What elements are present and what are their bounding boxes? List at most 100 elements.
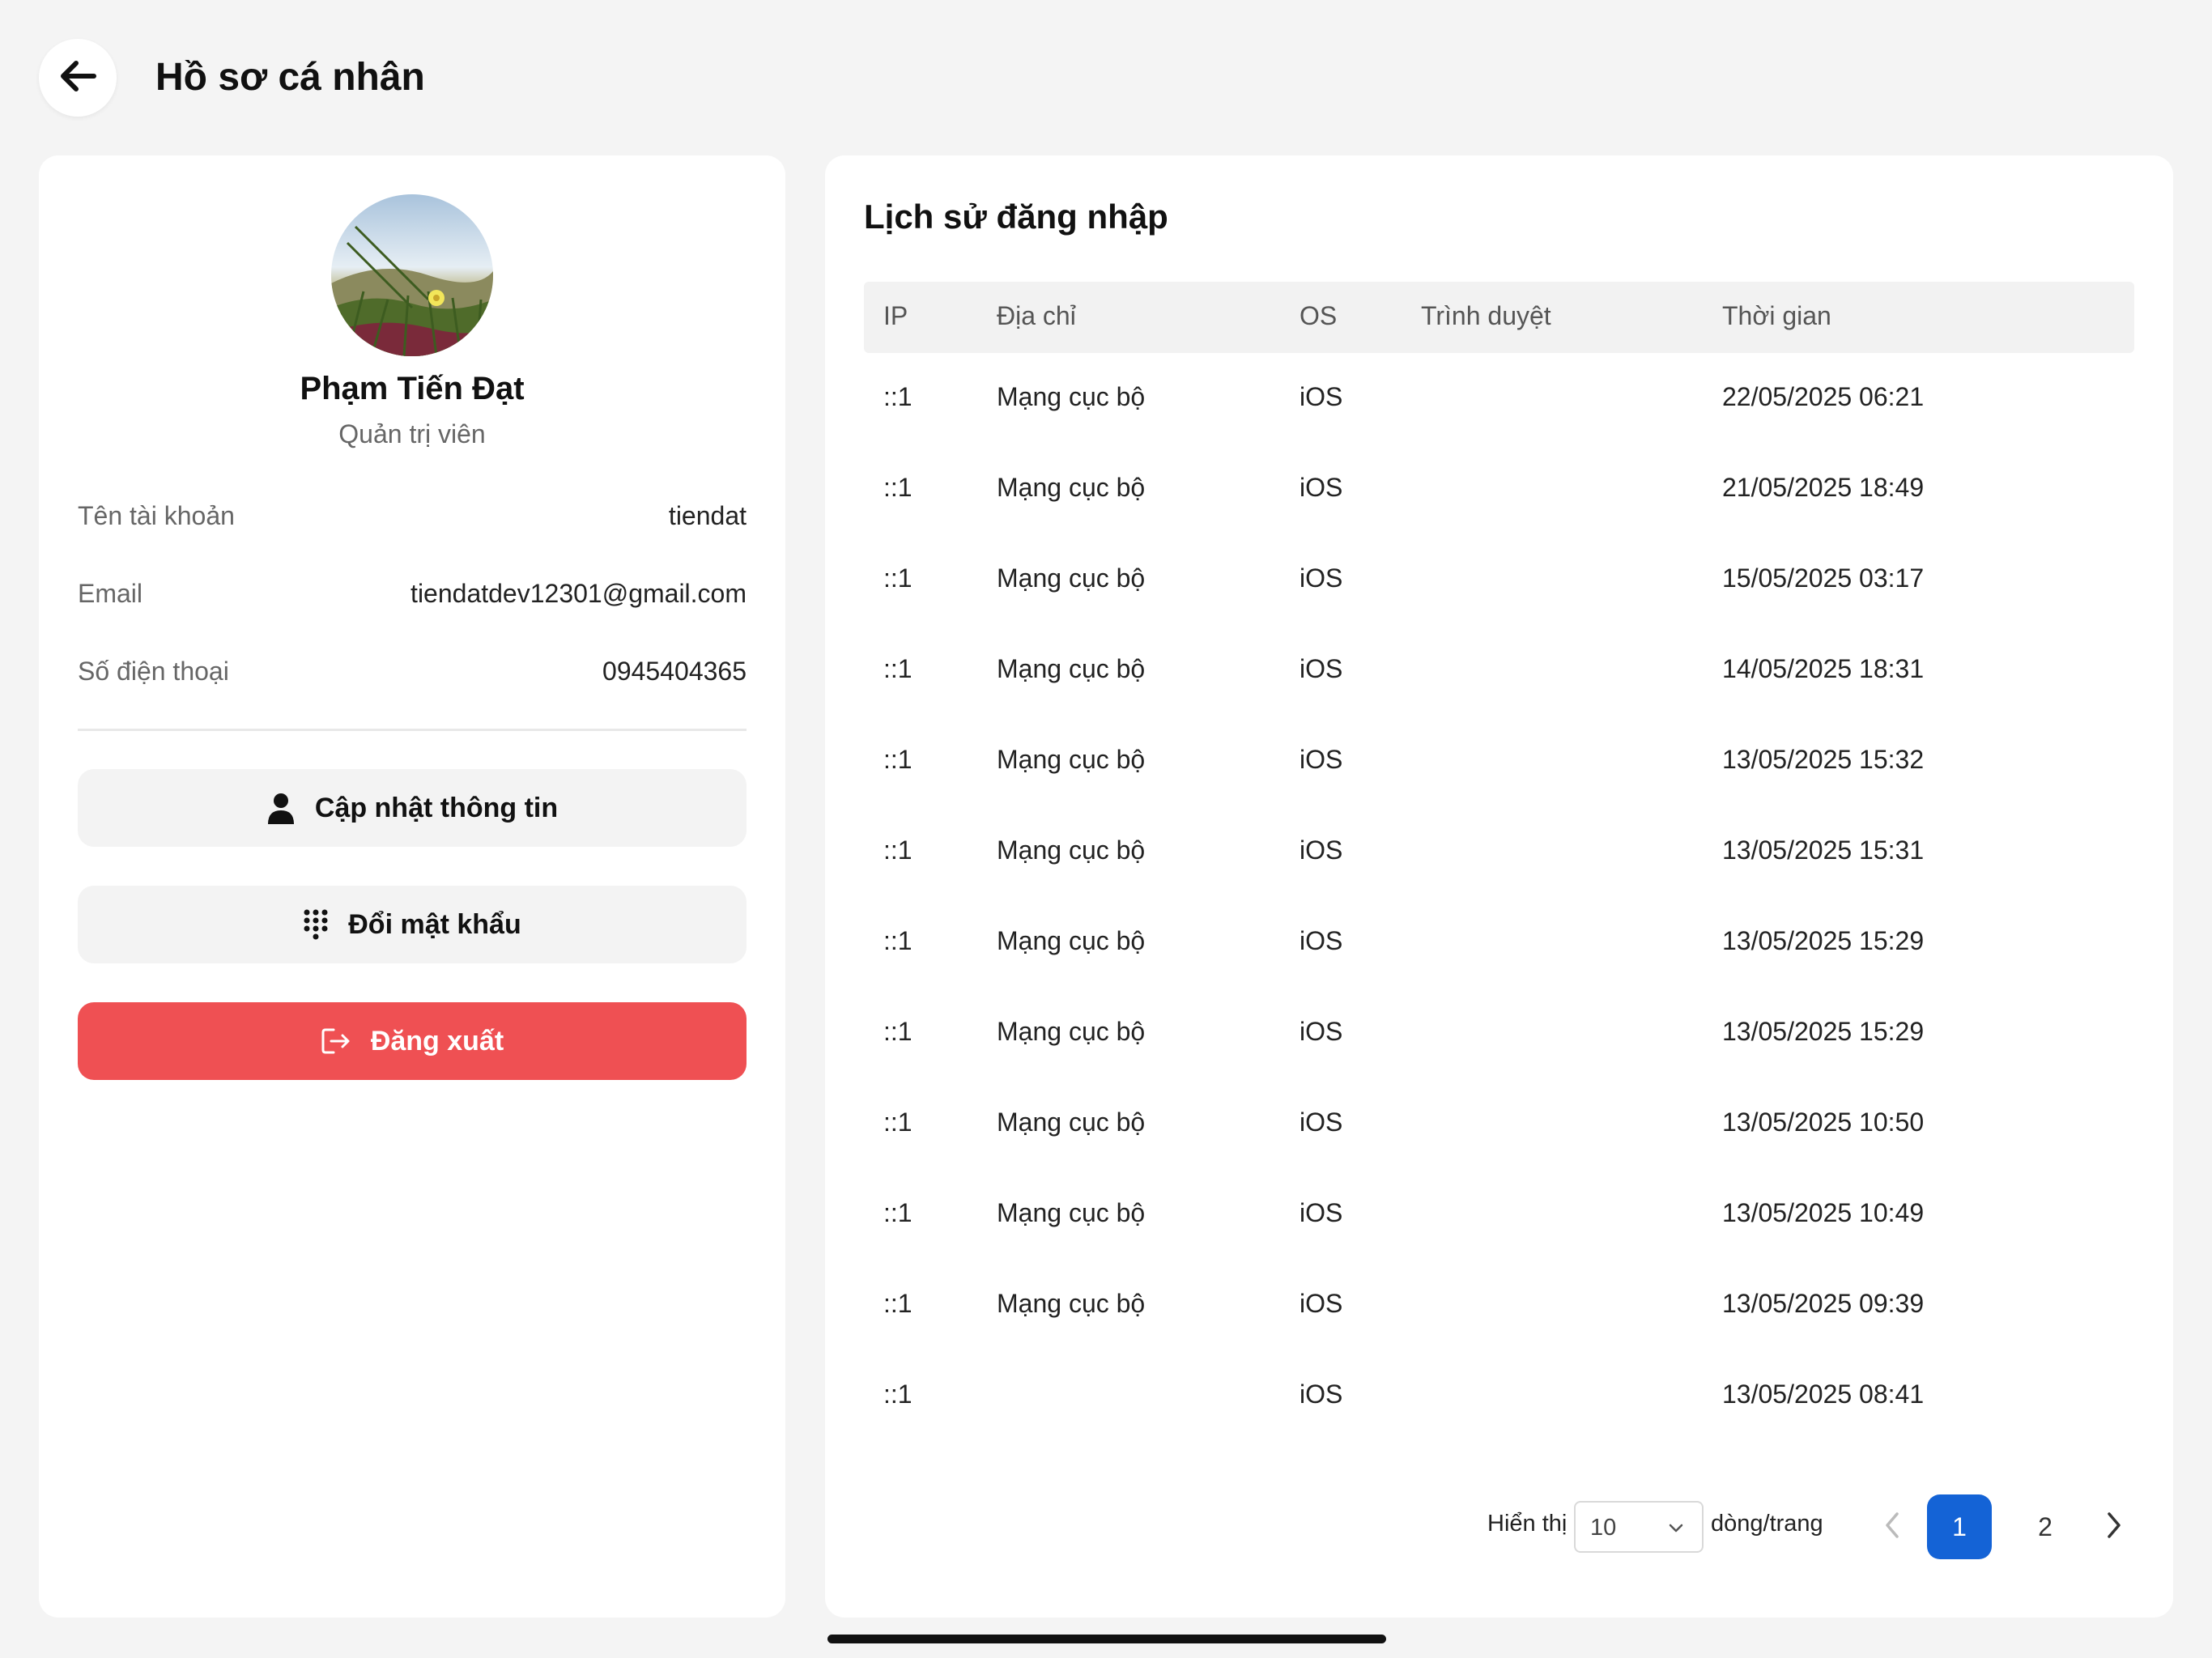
table-row[interactable]: ::1 Mạng cục bộ iOS 13/05/2025 15:31 <box>864 806 2134 897</box>
cell-os: iOS <box>1300 835 1343 865</box>
logout-label: Đăng xuất <box>370 1025 504 1056</box>
username-value: tiendat <box>668 500 747 530</box>
cell-os: iOS <box>1300 1380 1343 1409</box>
cell-os: iOS <box>1300 1017 1343 1046</box>
cell-ip: ::1 <box>883 1017 912 1046</box>
table-header: IP Địa chỉ OS Trình duyệt Thời gian <box>864 282 2134 353</box>
cell-os: iOS <box>1300 563 1343 593</box>
chevron-right-icon <box>2103 1511 2125 1544</box>
cell-time: 14/05/2025 18:31 <box>1722 654 1925 683</box>
back-button[interactable] <box>39 39 117 117</box>
chevron-down-icon <box>1666 1517 1686 1544</box>
cell-os: iOS <box>1300 745 1343 774</box>
user-icon <box>266 792 296 824</box>
cell-ip: ::1 <box>883 382 912 411</box>
page-size-select[interactable]: 10 <box>1574 1501 1704 1553</box>
table-row[interactable]: ::1 Mạng cục bộ iOS 13/05/2025 15:29 <box>864 897 2134 988</box>
cell-ip: ::1 <box>883 1107 912 1137</box>
pagination: Hiển thị 10 dòng/trang 1 2 <box>825 1494 2173 1559</box>
column-header-time[interactable]: Thời gian <box>1722 301 1831 331</box>
cell-address: Mạng cục bộ <box>997 1198 1146 1227</box>
cell-address: Mạng cục bộ <box>997 382 1146 411</box>
column-header-ip[interactable]: IP <box>883 301 908 331</box>
cell-time: 13/05/2025 15:29 <box>1722 1017 1925 1046</box>
table-row[interactable]: ::1 iOS 13/05/2025 08:41 <box>864 1350 2134 1441</box>
next-page-button[interactable] <box>2095 1507 2133 1546</box>
prev-page-button[interactable] <box>1873 1507 1912 1546</box>
change-password-label: Đổi mật khẩu <box>348 908 521 940</box>
page-button-1[interactable]: 1 <box>1927 1494 1992 1559</box>
cell-os: iOS <box>1300 382 1343 411</box>
profile-page: Hồ sơ cá nhân Phạm Tiến Đạt Quản trị viê… <box>0 0 2212 1658</box>
profile-role: Quản trị viên <box>338 419 486 449</box>
cell-time: 13/05/2025 10:50 <box>1722 1107 1925 1137</box>
page-button-2[interactable]: 2 <box>2013 1494 2078 1559</box>
logout-button[interactable]: Đăng xuất <box>78 1002 747 1080</box>
info-row-phone: Số điện thoại 0945404365 <box>78 651 747 691</box>
table-row[interactable]: ::1 Mạng cục bộ iOS 13/05/2025 10:49 <box>864 1169 2134 1260</box>
cell-ip: ::1 <box>883 1289 912 1318</box>
cell-address: Mạng cục bộ <box>997 1289 1146 1318</box>
table-row[interactable]: ::1 Mạng cục bộ iOS 13/05/2025 15:29 <box>864 988 2134 1078</box>
per-page-label: dòng/trang <box>1711 1511 1823 1537</box>
profile-name: Phạm Tiến Đạt <box>300 371 525 406</box>
home-indicator[interactable] <box>827 1635 1386 1643</box>
cell-os: iOS <box>1300 654 1343 683</box>
cell-os: iOS <box>1300 926 1343 955</box>
cell-os: iOS <box>1300 1198 1343 1227</box>
avatar[interactable] <box>331 194 493 356</box>
table-row[interactable]: ::1 Mạng cục bộ iOS 22/05/2025 06:21 <box>864 353 2134 444</box>
cell-ip: ::1 <box>883 926 912 955</box>
cell-address: Mạng cục bộ <box>997 926 1146 955</box>
table-row[interactable]: ::1 Mạng cục bộ iOS 14/05/2025 18:31 <box>864 625 2134 716</box>
cell-address: Mạng cục bộ <box>997 835 1146 865</box>
chevron-left-icon <box>1881 1511 1904 1544</box>
cell-ip: ::1 <box>883 1380 912 1409</box>
logout-icon <box>321 1027 351 1056</box>
cell-ip: ::1 <box>883 563 912 593</box>
login-history-card: Lịch sử đăng nhập IP Địa chỉ OS Trình du… <box>825 155 2173 1618</box>
table-row[interactable]: ::1 Mạng cục bộ iOS 13/05/2025 09:39 <box>864 1260 2134 1350</box>
cell-ip: ::1 <box>883 745 912 774</box>
table-row[interactable]: ::1 Mạng cục bộ iOS 21/05/2025 18:49 <box>864 444 2134 534</box>
page-size-value: 10 <box>1590 1515 1617 1541</box>
cell-os: iOS <box>1300 1107 1343 1137</box>
column-header-address[interactable]: Địa chỉ <box>997 301 1076 331</box>
table-row[interactable]: ::1 Mạng cục bộ iOS 13/05/2025 15:32 <box>864 716 2134 806</box>
column-header-os[interactable]: OS <box>1300 301 1337 331</box>
cell-ip: ::1 <box>883 473 912 502</box>
cell-time: 22/05/2025 06:21 <box>1722 382 1925 411</box>
update-info-button[interactable]: Cập nhật thông tin <box>78 769 747 847</box>
page-title: Hồ sơ cá nhân <box>155 56 425 99</box>
info-row-email: Email tiendatdev12301@gmail.com <box>78 573 747 614</box>
email-label: Email <box>78 578 143 608</box>
show-label: Hiển thị <box>1487 1511 1568 1537</box>
table-row[interactable]: ::1 Mạng cục bộ iOS 13/05/2025 10:50 <box>864 1078 2134 1169</box>
cell-time: 21/05/2025 18:49 <box>1722 473 1925 502</box>
table-row[interactable]: ::1 Mạng cục bộ iOS 15/05/2025 03:17 <box>864 534 2134 625</box>
cell-time: 13/05/2025 15:31 <box>1722 835 1925 865</box>
phone-label: Số điện thoại <box>78 656 229 686</box>
column-header-browser[interactable]: Trình duyệt <box>1421 301 1551 331</box>
cell-time: 13/05/2025 10:49 <box>1722 1198 1925 1227</box>
cell-address: Mạng cục bộ <box>997 1017 1146 1046</box>
update-info-label: Cập nhật thông tin <box>314 792 559 823</box>
username-label: Tên tài khoản <box>78 500 235 530</box>
cell-time: 15/05/2025 03:17 <box>1722 563 1925 593</box>
cell-address: Mạng cục bộ <box>997 745 1146 774</box>
cell-os: iOS <box>1300 473 1343 502</box>
cell-address: Mạng cục bộ <box>997 563 1146 593</box>
cell-address: Mạng cục bộ <box>997 1107 1146 1137</box>
cell-time: 13/05/2025 08:41 <box>1722 1380 1925 1409</box>
keypad-icon <box>303 908 329 941</box>
cell-address: Mạng cục bộ <box>997 473 1146 502</box>
cell-time: 13/05/2025 15:29 <box>1722 926 1925 955</box>
change-password-button[interactable]: Đổi mật khẩu <box>78 886 747 963</box>
email-value: tiendatdev12301@gmail.com <box>410 578 747 608</box>
info-row-username: Tên tài khoản tiendat <box>78 495 747 536</box>
cell-ip: ::1 <box>883 654 912 683</box>
cell-ip: ::1 <box>883 835 912 865</box>
divider <box>78 729 747 731</box>
cell-os: iOS <box>1300 1289 1343 1318</box>
arrow-left-icon <box>57 55 99 101</box>
